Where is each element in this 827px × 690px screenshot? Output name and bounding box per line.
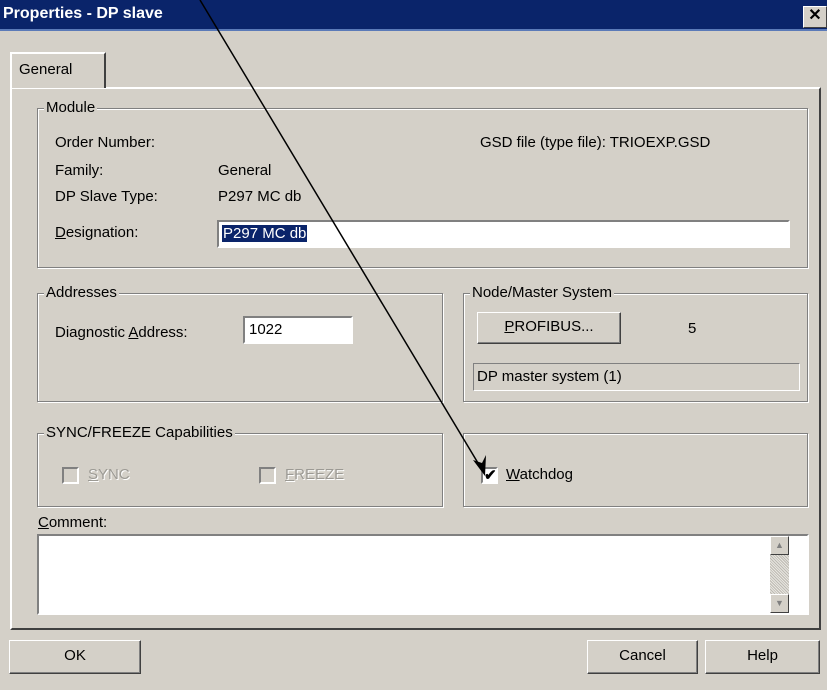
sync-freeze-legend: SYNC/FREEZE Capabilities (44, 424, 235, 441)
scroll-down-icon[interactable]: ▼ (770, 594, 789, 613)
scroll-track[interactable] (770, 555, 789, 594)
addresses-group: Addresses Diagnostic Address: 1022 (37, 284, 443, 402)
node-master-legend: Node/Master System (470, 284, 615, 301)
freeze-checkbox[interactable] (259, 467, 276, 484)
watchdog-checkbox[interactable]: ✔ (481, 467, 498, 484)
node-number: 5 (688, 320, 697, 337)
window-title: Properties - DP slave (3, 5, 163, 22)
dp-slave-type-label: DP Slave Type: (55, 188, 158, 205)
addresses-legend: Addresses (44, 284, 119, 301)
comment-textarea[interactable]: ▲ ▼ (37, 534, 809, 615)
profibus-button[interactable]: PROFIBUS... (477, 312, 621, 344)
family-value: General (218, 162, 272, 179)
watchdog-group: ✔ Watchdog (463, 433, 808, 507)
diagnostic-address-value: 1022 (249, 321, 283, 338)
gsd-file-text: GSD file (type file): TRIOEXP.GSD (480, 134, 711, 151)
ok-button[interactable]: OK (9, 640, 141, 674)
comment-scrollbar[interactable]: ▲ ▼ (770, 536, 789, 613)
close-button[interactable]: ✕ (803, 6, 827, 28)
designation-label: Designation: (55, 224, 139, 241)
title-bar: Properties - DP slave ✕ (0, 0, 827, 31)
node-master-group: Node/Master System PROFIBUS... 5 DP mast… (463, 284, 808, 402)
module-group: Module Order Number: GSD file (type file… (37, 99, 808, 268)
comment-label: Comment: (38, 514, 108, 531)
dp-slave-type-value: P297 MC db (218, 188, 302, 205)
sync-label: SYNC (88, 466, 130, 483)
check-icon: ✔ (484, 467, 497, 484)
diagnostic-address-label: Diagnostic Address: (55, 324, 188, 341)
cancel-button[interactable]: Cancel (587, 640, 698, 674)
sync-checkbox[interactable] (62, 467, 79, 484)
module-legend: Module (44, 99, 98, 116)
sync-freeze-group: SYNC/FREEZE Capabilities SYNC FREEZE (37, 424, 443, 507)
tab-general-label: General (19, 61, 73, 78)
scroll-up-icon[interactable]: ▲ (770, 536, 789, 555)
diagnostic-address-input[interactable]: 1022 (243, 316, 353, 344)
tab-general[interactable]: General (10, 52, 106, 88)
master-system-value: DP master system (1) (477, 368, 622, 385)
close-icon: ✕ (808, 7, 822, 24)
order-number-label: Order Number: (55, 134, 156, 151)
master-system-field: DP master system (1) (473, 363, 800, 391)
designation-input[interactable]: P297 MC db (217, 220, 790, 248)
freeze-label: FREEZE (285, 466, 345, 483)
help-button[interactable]: Help (705, 640, 820, 674)
watchdog-label: Watchdog (506, 466, 573, 483)
designation-value: P297 MC db (222, 225, 308, 242)
family-label: Family: (55, 162, 104, 179)
